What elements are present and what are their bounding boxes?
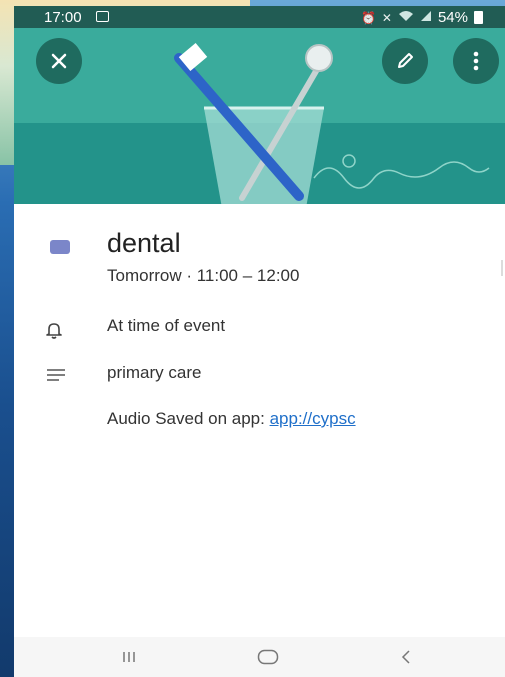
back-icon [401,650,410,664]
event-color-chip [50,240,70,254]
bell-icon [46,323,62,339]
notes-icon [47,369,65,381]
event-date-time: Tomorrow · 11:00 – 12:00 [107,266,300,285]
battery-percent: 54% [437,9,468,26]
edit-button[interactable] [382,38,428,84]
close-button[interactable] [36,38,82,84]
event-header [14,28,505,204]
recents-icon [123,652,135,662]
reminder-text[interactable]: At time of event [107,316,225,336]
gallery-icon [96,11,109,22]
event-detail-screen: 17:00 ⏰ ✕ 54% dental Tomorrow · 11:00 – … [14,6,505,677]
recents-button[interactable] [99,637,159,677]
more-options-button[interactable] [453,38,499,84]
navigation-bar [14,637,505,677]
event-title: dental [107,228,181,258]
wifi-icon [398,9,414,26]
audio-note-label: Audio Saved on app: [107,409,270,428]
event-details: dental Tomorrow · 11:00 – 12:00 At time … [14,204,505,637]
home-button[interactable] [238,637,298,677]
event-description: primary care [107,363,202,382]
status-icons: ⏰ ✕ 54% [361,9,483,26]
audio-link[interactable]: app://cypsc [270,409,356,428]
mute-icon: ✕ [381,10,392,25]
audio-note: Audio Saved on app: app://cypsc [107,409,356,429]
signal-icon [420,9,432,26]
edge-marker [501,260,503,276]
toothbrush-illustration [14,28,505,204]
status-time: 17:00 [44,9,82,26]
close-icon [51,53,67,69]
status-bar: 17:00 ⏰ ✕ 54% [14,6,505,28]
pencil-icon [398,53,413,68]
more-vert-icon [473,51,479,71]
alarm-icon: ⏰ [360,10,376,25]
battery-icon [474,11,483,24]
back-button[interactable] [376,637,436,677]
home-icon [257,649,279,665]
